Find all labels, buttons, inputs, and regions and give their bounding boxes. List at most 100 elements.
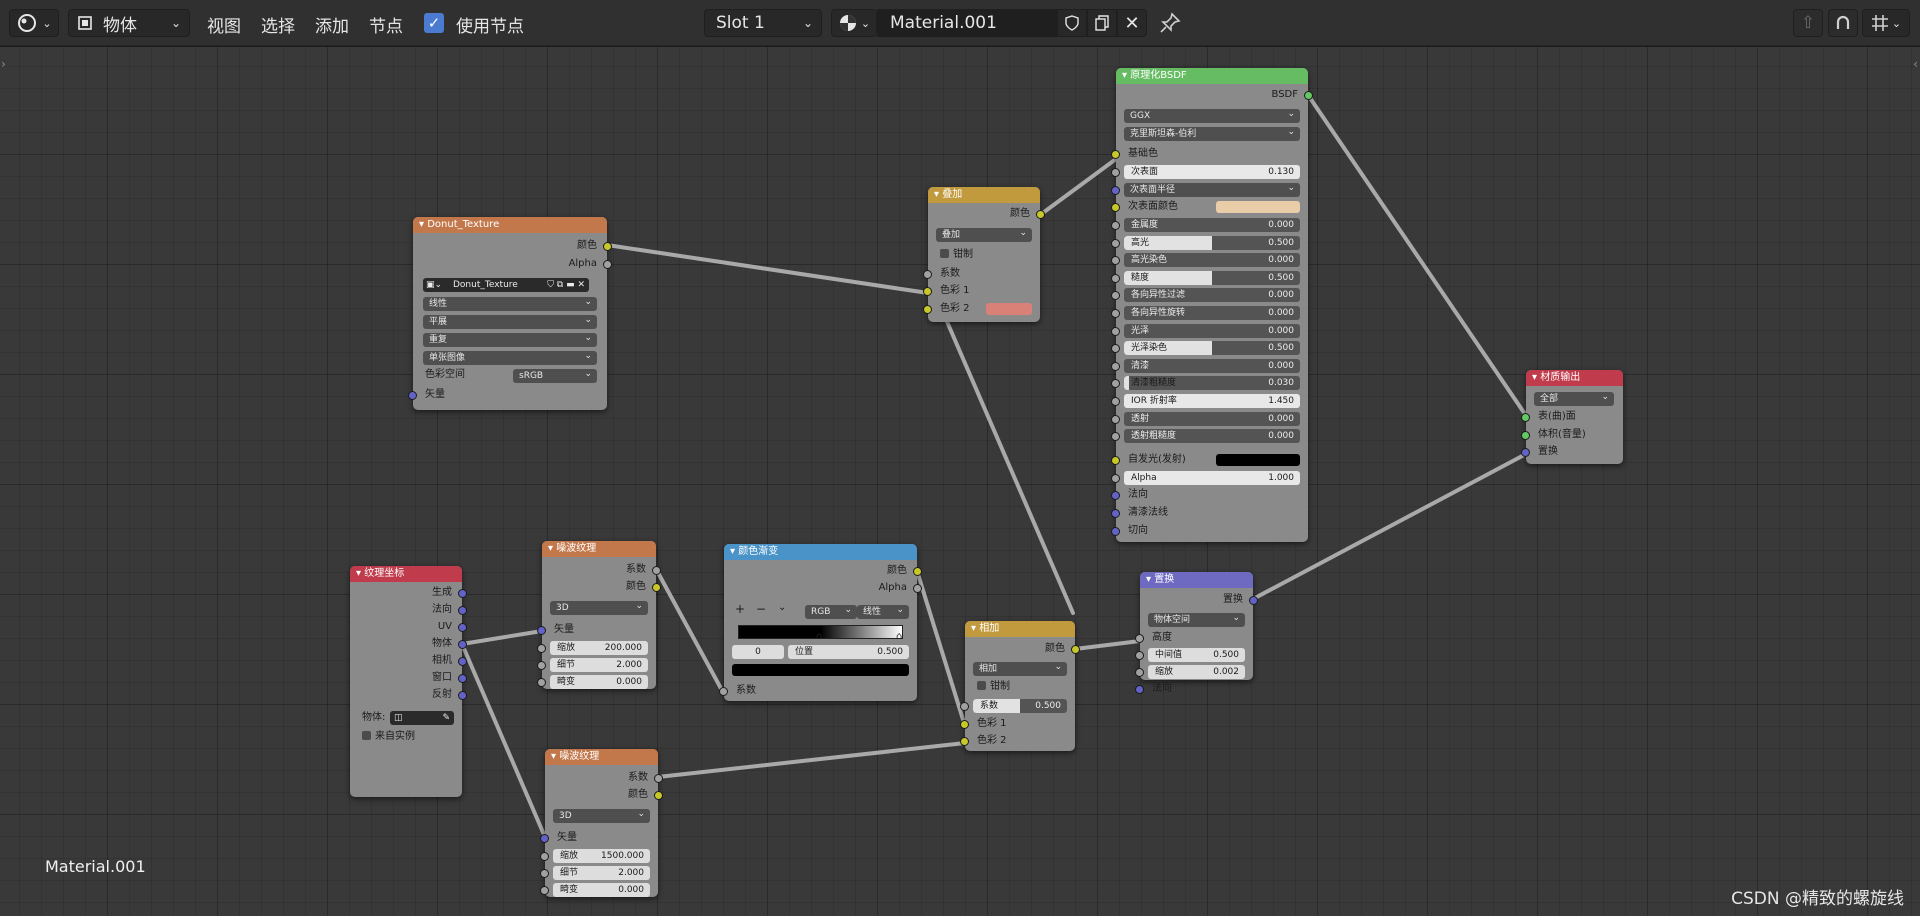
bsdf-input-socket[interactable] <box>1111 291 1120 301</box>
color-stop-white[interactable]: ⌂ <box>896 631 902 642</box>
input-vector-socket[interactable] <box>408 391 417 400</box>
clamp-checkbox[interactable]: 钳制 <box>928 248 1040 262</box>
midlevel-field[interactable]: 中间值 0.500 <box>1148 648 1245 662</box>
bsdf-value-field[interactable]: 清漆粗糙度 0.030 <box>1124 376 1300 391</box>
subsurface-color-socket[interactable] <box>1111 203 1120 212</box>
node-header[interactable]: ▾ 纹理坐标 <box>350 566 462 582</box>
stop-position-field[interactable]: 位置 0.500 <box>788 645 909 659</box>
editor-type-button[interactable]: ⌄ <box>9 9 59 37</box>
subsurface-color-swatch[interactable] <box>1216 201 1300 213</box>
distortion-field[interactable]: 畸变 0.000 <box>550 675 648 689</box>
bsdf-input-socket[interactable] <box>1111 256 1120 266</box>
bsdf-value-field[interactable]: 高光 0.500 <box>1124 235 1300 250</box>
bsdf-value-field[interactable]: 高光染色 0.000 <box>1124 253 1300 268</box>
bsdf-value-field[interactable]: 清漆 0.000 <box>1124 358 1300 373</box>
target-dropdown[interactable]: 全部 <box>1534 392 1614 406</box>
extension-dropdown[interactable]: 重复 <box>423 333 597 347</box>
menu-select[interactable]: 选择 <box>261 12 295 37</box>
input-color2-socket[interactable] <box>960 737 969 746</box>
disp-scale-socket[interactable] <box>1135 668 1144 677</box>
subsurface-radius-dropdown[interactable]: 次表面半径 <box>1124 183 1300 197</box>
clearcoat-normal-socket[interactable] <box>1111 509 1120 518</box>
output-generated-socket[interactable] <box>458 589 467 598</box>
bsdf-input-socket[interactable] <box>1111 326 1120 336</box>
use-nodes-checkbox[interactable]: ✓ <box>424 13 444 33</box>
bsdf-input-socket[interactable] <box>1111 309 1120 318</box>
input-color2-socket[interactable] <box>923 305 932 314</box>
input-color1-socket[interactable] <box>960 720 969 729</box>
input-color1-socket[interactable] <box>923 287 932 296</box>
disp-scale-field[interactable]: 缩放 0.002 <box>1148 665 1245 679</box>
projection-dropdown[interactable]: 平展 <box>423 315 597 329</box>
detail-socket[interactable] <box>540 869 549 878</box>
bsdf-input-socket[interactable] <box>1111 432 1120 442</box>
subsurface-socket[interactable] <box>1111 168 1120 177</box>
clamp-checkbox[interactable]: 钳制 <box>965 680 1075 694</box>
ramp-options-chevron-icon[interactable]: ⌄ <box>778 602 786 613</box>
fac-field[interactable]: 系数 0.500 <box>973 699 1067 713</box>
output-fac-socket[interactable] <box>654 774 663 783</box>
bsdf-value-field[interactable]: 各向异性过滤 0.000 <box>1124 288 1300 303</box>
stop-index-field[interactable]: 0 <box>732 645 784 659</box>
bsdf-input-socket[interactable] <box>1111 273 1120 283</box>
image-texture-node[interactable]: ▾ Donut_Texture 颜色 Alpha ▣⌄ Donut_Textur… <box>408 217 612 410</box>
add-stop-button[interactable]: + <box>735 602 745 616</box>
bsdf-value-field[interactable]: 光泽 0.000 <box>1124 323 1300 338</box>
height-socket[interactable] <box>1135 634 1144 643</box>
pin-button[interactable] <box>1158 11 1184 35</box>
material-name-field[interactable]: Material.001 <box>877 9 1057 37</box>
output-object-socket[interactable] <box>458 640 467 649</box>
input-vector-socket[interactable] <box>540 834 549 843</box>
bsdf-input-socket[interactable] <box>1111 344 1120 354</box>
output-fac-socket[interactable] <box>652 566 661 575</box>
alpha-socket[interactable] <box>1111 474 1120 483</box>
input-vector-socket[interactable] <box>537 626 546 635</box>
output-displacement-socket[interactable] <box>1249 596 1258 605</box>
scale-field[interactable]: 缩放 1500.000 <box>553 849 650 863</box>
subsurface-field[interactable]: 次表面 0.130 <box>1124 165 1300 179</box>
output-color-socket[interactable] <box>1036 210 1045 219</box>
color-space-dropdown[interactable]: sRGB <box>513 369 597 383</box>
object-mode-dropdown[interactable]: 物体 ⌄ <box>68 9 190 37</box>
menu-add[interactable]: 添加 <box>315 12 349 37</box>
volume-socket[interactable] <box>1521 431 1530 440</box>
dimensions-dropdown[interactable]: 3D <box>550 601 648 615</box>
material-browse-button[interactable]: ⌄ <box>831 9 877 37</box>
output-window-socket[interactable] <box>458 674 467 683</box>
bsdf-input-socket[interactable] <box>1111 414 1120 424</box>
output-bsdf-socket[interactable] <box>1304 91 1313 100</box>
normal-socket[interactable] <box>1135 685 1144 694</box>
output-alpha-socket[interactable] <box>603 260 612 269</box>
node-header[interactable]: ▾ 叠加 <box>928 187 1040 203</box>
node-editor-canvas[interactable]: › ‹ ▾ Donut_Texture 颜色 Alpha ▣⌄ Donut_Te… <box>0 47 1920 916</box>
from-instancer-checkbox[interactable]: 来自实例 <box>350 730 462 744</box>
output-camera-socket[interactable] <box>458 657 467 666</box>
bsdf-input-socket[interactable] <box>1111 397 1120 406</box>
base-color-socket[interactable] <box>1111 150 1120 159</box>
output-color-socket[interactable] <box>913 567 922 576</box>
scale-socket[interactable] <box>537 644 546 653</box>
slot-dropdown[interactable]: Slot 1 ⌄ <box>704 9 822 37</box>
bsdf-value-field[interactable]: 透射 0.000 <box>1124 411 1300 426</box>
color-ramp-node[interactable]: ▾ 颜色渐变 颜色 Alpha + − ⌄ RGB 线性 ⌂ ⌂ 0 位置 0.5… <box>719 544 922 701</box>
scale-field[interactable]: 缩放 200.000 <box>550 641 648 655</box>
distribution-dropdown[interactable]: GGX <box>1124 109 1300 123</box>
midlevel-socket[interactable] <box>1135 651 1144 660</box>
normal-socket[interactable] <box>1111 491 1120 500</box>
principled-bsdf-node[interactable]: ▾ 原理化BSDF BSDF GGX 克里斯坦森-伯利 基础色 次表面 0.130… <box>1111 68 1313 542</box>
bsdf-value-field[interactable]: 各向异性旋转 0.000 <box>1124 306 1300 320</box>
blend-mode-dropdown[interactable]: 叠加 <box>936 228 1032 242</box>
output-color-socket[interactable] <box>652 583 661 592</box>
node-header[interactable]: ▾ 噪波纹理 <box>542 541 656 557</box>
displacement-socket[interactable] <box>1521 448 1530 457</box>
output-color-socket[interactable] <box>654 791 663 800</box>
color-mode-dropdown[interactable]: RGB <box>805 605 857 619</box>
interpolation-dropdown[interactable]: 线性 <box>423 297 597 311</box>
bsdf-input-socket[interactable] <box>1111 379 1120 389</box>
dimensions-dropdown[interactable]: 3D <box>553 809 650 823</box>
color-stop-black[interactable]: ⌂ <box>816 631 822 642</box>
input-fac-socket[interactable] <box>960 702 969 711</box>
node-header[interactable]: ▾ 材质输出 <box>1526 370 1623 386</box>
detail-socket[interactable] <box>537 661 546 670</box>
alpha-field[interactable]: Alpha 1.000 <box>1124 471 1300 485</box>
